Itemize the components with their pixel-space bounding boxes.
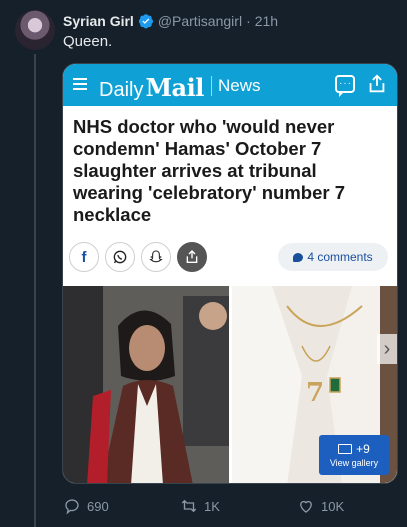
repost-count: 1K xyxy=(204,498,220,514)
dailymail-header-bar: Daily Mail News ··· xyxy=(63,64,397,106)
repost-button[interactable]: 1K xyxy=(180,497,220,515)
heart-icon xyxy=(300,500,312,513)
photo-left-illustration xyxy=(63,286,229,483)
whatsapp-icon[interactable] xyxy=(105,242,135,272)
share-row: f xyxy=(69,242,207,272)
repost-icon xyxy=(181,499,197,513)
article-headline[interactable]: NHS doctor who 'would never condemn' Ham… xyxy=(73,116,391,226)
gallery-label: View gallery xyxy=(329,458,379,468)
like-count: 10K xyxy=(321,498,345,514)
view-gallery-button[interactable]: +9 View gallery xyxy=(319,435,389,475)
link-card[interactable]: Daily Mail News ··· NHS doctor who 'woul… xyxy=(62,63,398,484)
facebook-icon[interactable]: f xyxy=(69,242,99,272)
section-label: News xyxy=(218,76,261,95)
reply-icon xyxy=(65,499,79,515)
tweet-actions: 690 1K 10K xyxy=(63,497,397,517)
brand-divider xyxy=(211,76,212,96)
brand-mail: Mail xyxy=(145,73,204,102)
reply-button[interactable]: 690 xyxy=(63,497,109,515)
svg-text:7: 7 xyxy=(306,378,324,408)
like-button[interactable]: 10K xyxy=(297,497,344,515)
comments-button[interactable]: 4 comments xyxy=(278,243,388,271)
reply-count: 690 xyxy=(87,498,109,514)
timestamp[interactable]: 21h xyxy=(255,13,278,29)
thread-line xyxy=(34,54,36,527)
separator-dot: · xyxy=(246,13,251,29)
gallery-count: +9 xyxy=(356,442,370,456)
comment-bubble-icon xyxy=(293,252,304,262)
avatar[interactable] xyxy=(15,10,55,50)
gallery-icon xyxy=(338,444,353,454)
author-handle[interactable]: @Partisangirl xyxy=(158,13,242,29)
article-photos[interactable]: 7 › +9 View gallery xyxy=(63,286,397,483)
tweet-header: Syrian Girl @Partisangirl · 21h xyxy=(63,11,399,31)
dailymail-logo: Daily Mail xyxy=(99,73,204,102)
snapchat-icon[interactable] xyxy=(141,242,171,272)
tweet-text: Queen. xyxy=(63,33,113,50)
verified-badge-icon xyxy=(138,14,153,29)
brand-daily: Daily xyxy=(99,79,144,101)
photo-woman-in-coat[interactable] xyxy=(63,286,229,483)
photo-necklace-closeup[interactable]: 7 › +9 View gallery xyxy=(232,286,397,483)
author-name[interactable]: Syrian Girl xyxy=(63,13,134,29)
chat-dots: ··· xyxy=(339,78,352,89)
comments-label: 4 comments xyxy=(307,250,373,264)
share-icon[interactable] xyxy=(366,73,388,95)
menu-icon[interactable] xyxy=(73,78,87,90)
gallery-next-icon[interactable]: › xyxy=(377,334,397,364)
share-button-icon[interactable] xyxy=(177,242,207,272)
